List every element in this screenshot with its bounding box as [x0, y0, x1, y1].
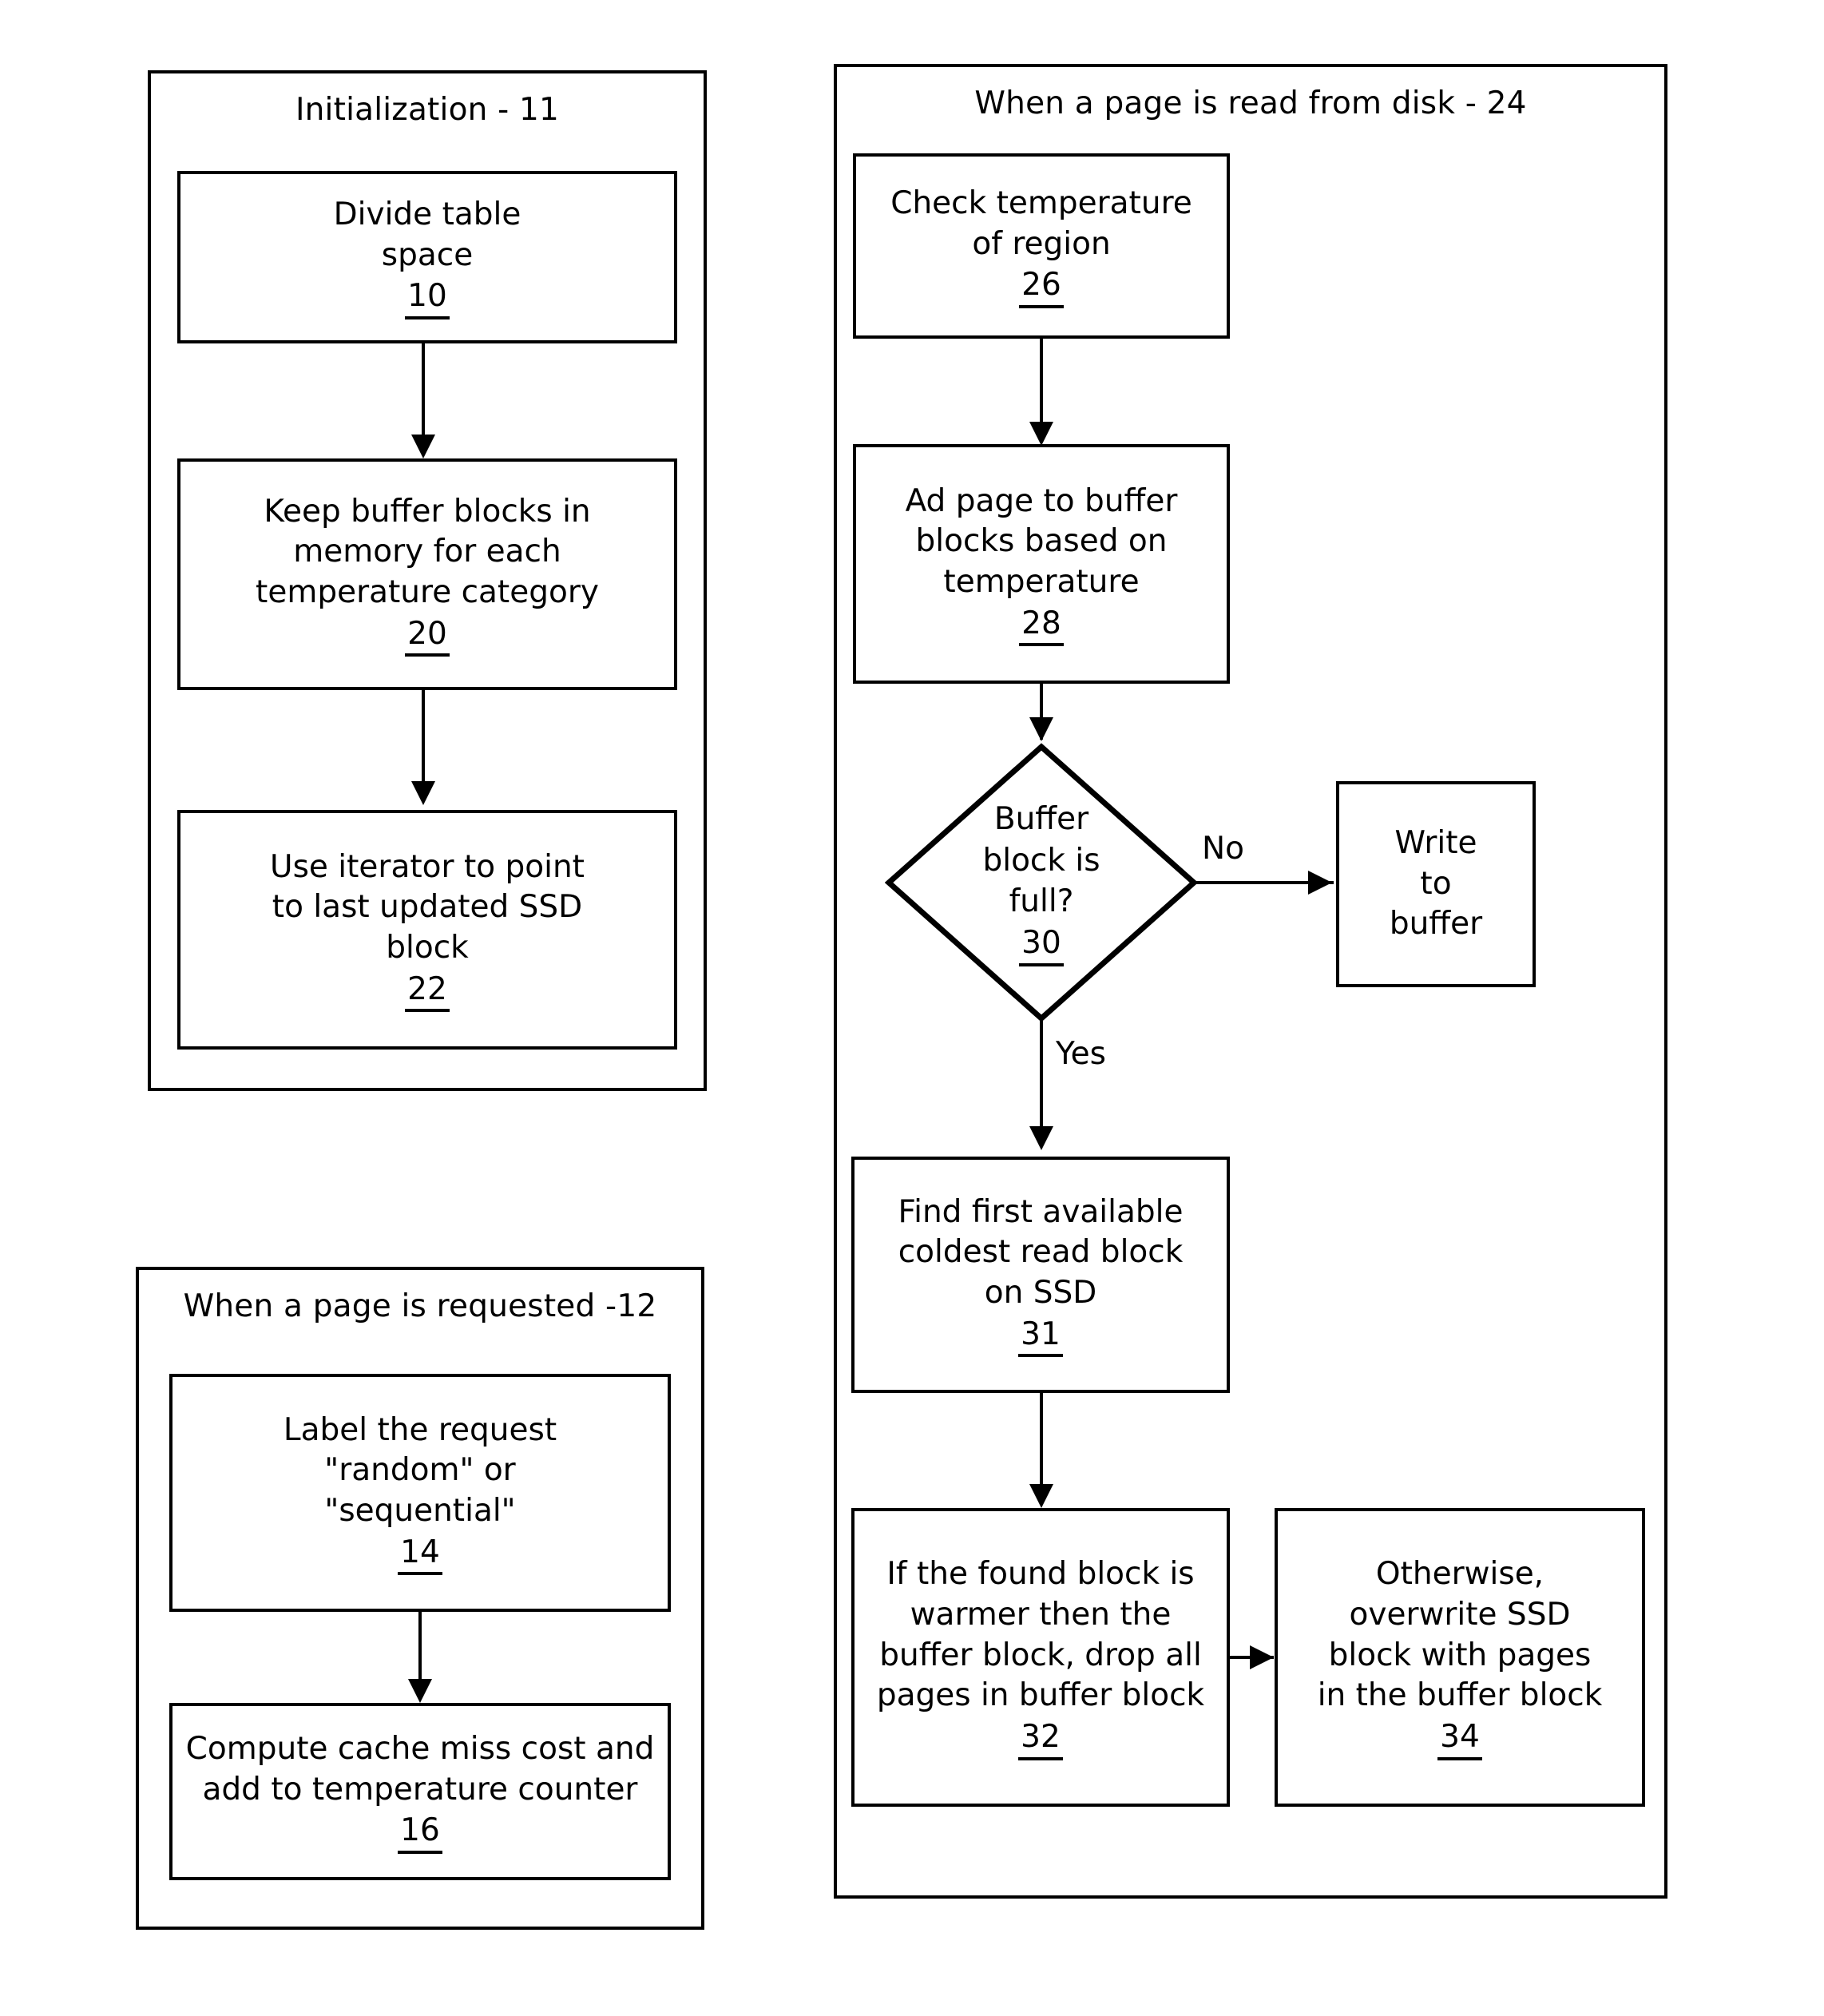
step-line: coldest read block: [898, 1234, 1184, 1271]
step-box-keep-buffer-blocks: Keep buffer blocks in memory for each te…: [177, 458, 677, 690]
arrow-head-10-to-20: [411, 435, 435, 458]
reference-numeral: 26: [1019, 267, 1064, 309]
arrow-head-32-to-34: [1250, 1645, 1274, 1669]
step-box-ad-page-to-buffer-blocks: Ad page to buffer blocks based on temper…: [853, 444, 1230, 684]
reference-numeral: 34: [1437, 1719, 1482, 1760]
arrow-head-31-to-32: [1029, 1484, 1053, 1508]
reference-numeral: 22: [405, 971, 450, 1013]
step-box-otherwise-overwrite-ssd-block: Otherwise, overwrite SSD block with page…: [1275, 1508, 1645, 1807]
step-line: buffer block, drop all: [879, 1637, 1202, 1673]
decision-line: full?: [1009, 883, 1074, 920]
reference-numeral: 28: [1019, 605, 1064, 647]
arrow-head-30-to-31: [1029, 1126, 1053, 1150]
step-line: overwrite SSD: [1349, 1596, 1571, 1633]
panel-page-requested-title: When a page is requested -12: [183, 1288, 657, 1324]
step-line: "sequential": [324, 1492, 516, 1529]
step-line: block with pages: [1328, 1637, 1592, 1673]
step-line: Ad page to buffer: [905, 482, 1178, 519]
step-box-if-found-block-is-warmer: If the found block is warmer then the bu…: [851, 1508, 1230, 1807]
step-line: Compute cache miss cost and: [185, 1730, 655, 1767]
step-line: blocks based on: [915, 523, 1168, 560]
step-box-write-to-buffer: Write to buffer: [1336, 781, 1536, 987]
reference-numeral: 20: [405, 616, 450, 657]
step-box-use-iterator: Use iterator to point to last updated SS…: [177, 810, 677, 1050]
arrow-head-28-to-30: [1029, 717, 1053, 741]
step-box-label-the-request: Label the request "random" or "sequentia…: [169, 1374, 671, 1612]
reference-numeral: 10: [405, 278, 450, 320]
step-line: warmer then the: [910, 1596, 1172, 1633]
step-line: add to temperature counter: [202, 1771, 638, 1808]
step-line: block: [386, 929, 469, 966]
step-line: Label the request: [283, 1411, 557, 1448]
step-line: to: [1420, 865, 1452, 902]
decision-diamond-buffer-block-full: Buffer block is full? 30: [885, 743, 1198, 1022]
step-line: If the found block is: [886, 1556, 1195, 1593]
step-line: Use iterator to point: [270, 848, 585, 885]
decision-line: block is: [982, 842, 1100, 879]
connector-20-to-22: [422, 690, 425, 786]
reference-numeral: 30: [1019, 925, 1064, 966]
step-line: to last updated SSD: [272, 889, 583, 926]
step-box-compute-cache-miss-cost: Compute cache miss cost and add to tempe…: [169, 1703, 671, 1880]
arrow-head-14-to-16: [408, 1679, 432, 1703]
step-line: temperature category: [256, 573, 599, 610]
connector-10-to-20: [422, 343, 425, 439]
step-line: "random" or: [324, 1452, 516, 1489]
panel-page-read-from-disk-title: When a page is read from disk - 24: [974, 85, 1527, 121]
reference-numeral: 31: [1018, 1316, 1063, 1358]
step-line: Divide table: [333, 196, 521, 232]
step-line: Check temperature: [890, 185, 1192, 221]
connector-14-to-16: [418, 1612, 422, 1684]
connector-30-to-31: [1040, 1016, 1043, 1132]
edge-label-no: No: [1202, 831, 1245, 867]
connector-26-to-28: [1040, 339, 1043, 427]
arrow-head-26-to-28: [1029, 422, 1053, 446]
reference-numeral: 16: [398, 1812, 442, 1855]
step-line: Write: [1394, 824, 1477, 861]
reference-numeral: 14: [398, 1534, 442, 1576]
step-box-divide-table-space: Divide table space 10: [177, 171, 677, 343]
step-line: of region: [972, 225, 1111, 262]
edge-label-yes: Yes: [1056, 1036, 1106, 1072]
step-box-check-temperature-of-region: Check temperature of region 26: [853, 153, 1230, 339]
step-line: in the buffer block: [1317, 1677, 1603, 1714]
step-line: space: [381, 236, 474, 273]
step-line: temperature: [943, 563, 1140, 600]
step-line: pages in buffer block: [876, 1677, 1205, 1714]
step-line: Find first available: [898, 1193, 1184, 1230]
step-box-find-first-available-coldest-block: Find first available coldest read block …: [851, 1157, 1230, 1393]
step-line: buffer: [1389, 906, 1483, 943]
arrow-head-30-to-write-buffer: [1308, 871, 1332, 895]
step-line: on SSD: [984, 1274, 1097, 1311]
reference-numeral: 32: [1018, 1719, 1063, 1760]
step-line: Keep buffer blocks in: [264, 493, 591, 530]
connector-31-to-32: [1040, 1393, 1043, 1489]
panel-initialization-title: Initialization - 11: [295, 92, 560, 128]
decision-line: Buffer: [993, 801, 1089, 838]
step-line: memory for each: [293, 534, 561, 570]
arrow-head-20-to-22: [411, 781, 435, 805]
step-line: Otherwise,: [1375, 1556, 1544, 1593]
